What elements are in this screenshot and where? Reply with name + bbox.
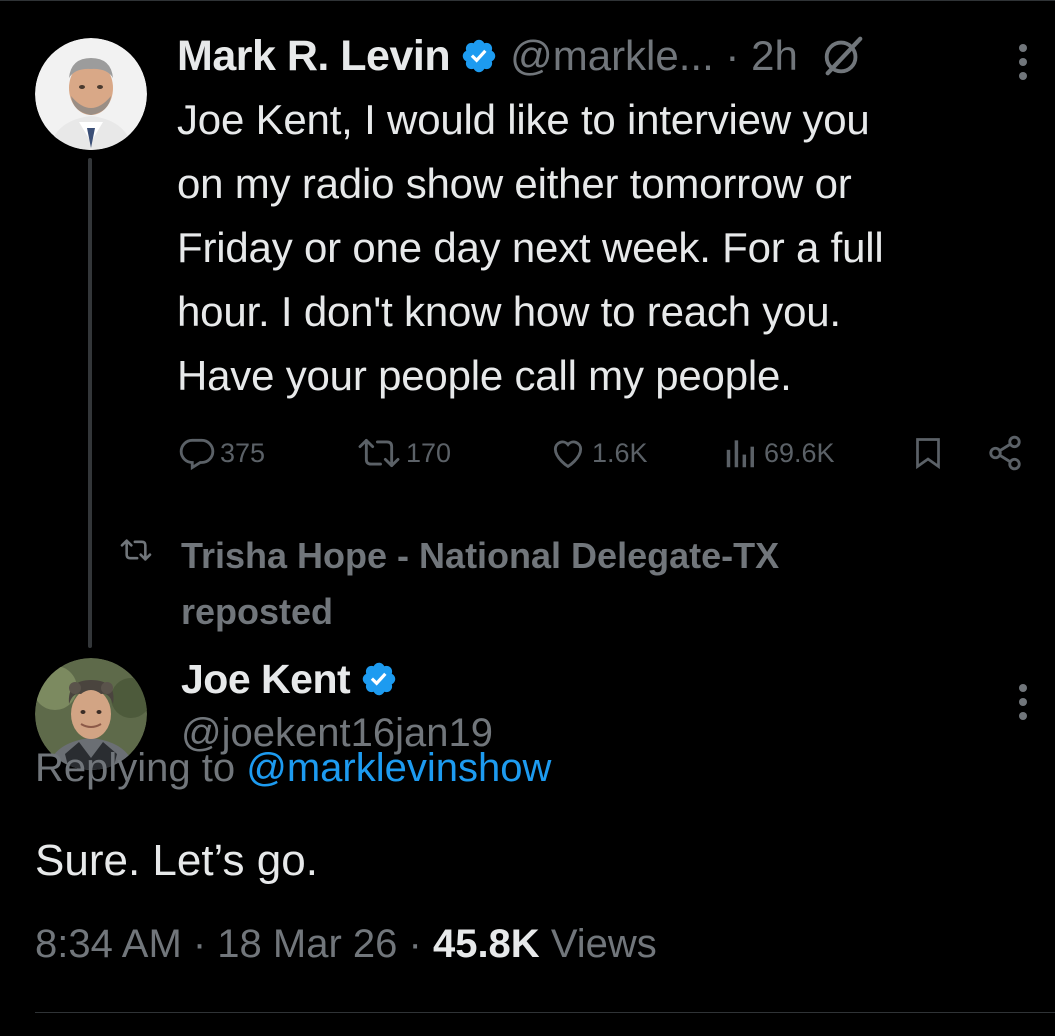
author-name[interactable]: Mark R. Levin <box>177 32 451 81</box>
repost-notice-text[interactable]: Trisha Hope - National Delegate-TX repos… <box>181 528 941 640</box>
reply-text: Sure. Let’s go. <box>35 836 318 885</box>
top-divider <box>0 0 1055 1</box>
author-handle-time[interactable]: @markle... · 2h <box>510 32 798 80</box>
reply-count: 375 <box>220 437 266 468</box>
replying-to-prefix: Replying to <box>35 746 247 790</box>
reply-header: Joe Kent <box>181 652 398 706</box>
like-count: 1.6K <box>592 437 648 468</box>
grok-icon[interactable] <box>820 33 866 79</box>
thread-connector-line <box>88 158 92 648</box>
like-button[interactable]: 1.6K <box>548 430 648 476</box>
more-options-icon[interactable] <box>1017 682 1029 722</box>
views-button[interactable]: 69.6K <box>722 430 835 476</box>
reply-button[interactable]: 375 <box>178 430 265 476</box>
replying-to: Replying to @marklevinshow <box>35 746 551 791</box>
bottom-divider <box>35 1012 1055 1013</box>
bookmark-button[interactable] <box>910 430 946 476</box>
heart-icon <box>553 440 583 469</box>
avatar-mark-levin[interactable] <box>35 38 147 150</box>
repost-icon <box>118 536 154 564</box>
repost-button[interactable]: 170 <box>356 430 451 476</box>
post-text: Joe Kent, I would like to interview you … <box>177 96 884 399</box>
views-label: Views <box>539 922 657 966</box>
more-options-icon[interactable] <box>1017 42 1029 82</box>
share-icon <box>989 435 1021 471</box>
repost-count: 170 <box>406 437 452 468</box>
verified-badge-icon <box>360 660 398 698</box>
views-total: 45.8K <box>432 922 540 966</box>
post-header: Mark R. Levin @markle... · 2h <box>177 26 866 86</box>
post-timestamp[interactable]: 8:34 AM · 18 Mar 26 · <box>35 922 433 966</box>
share-button[interactable] <box>986 430 1024 476</box>
post-meta: 8:34 AM · 18 Mar 26 · 45.8K Views <box>35 922 657 967</box>
reply-author-name[interactable]: Joe Kent <box>181 656 351 703</box>
analytics-icon <box>726 440 754 468</box>
verified-badge-icon <box>460 37 498 75</box>
views-count: 69.6K <box>764 437 835 468</box>
reply-icon <box>179 438 215 471</box>
repost-icon <box>358 438 400 468</box>
replying-to-mention-link[interactable]: @marklevinshow <box>246 746 551 790</box>
bookmark-icon <box>916 438 940 470</box>
